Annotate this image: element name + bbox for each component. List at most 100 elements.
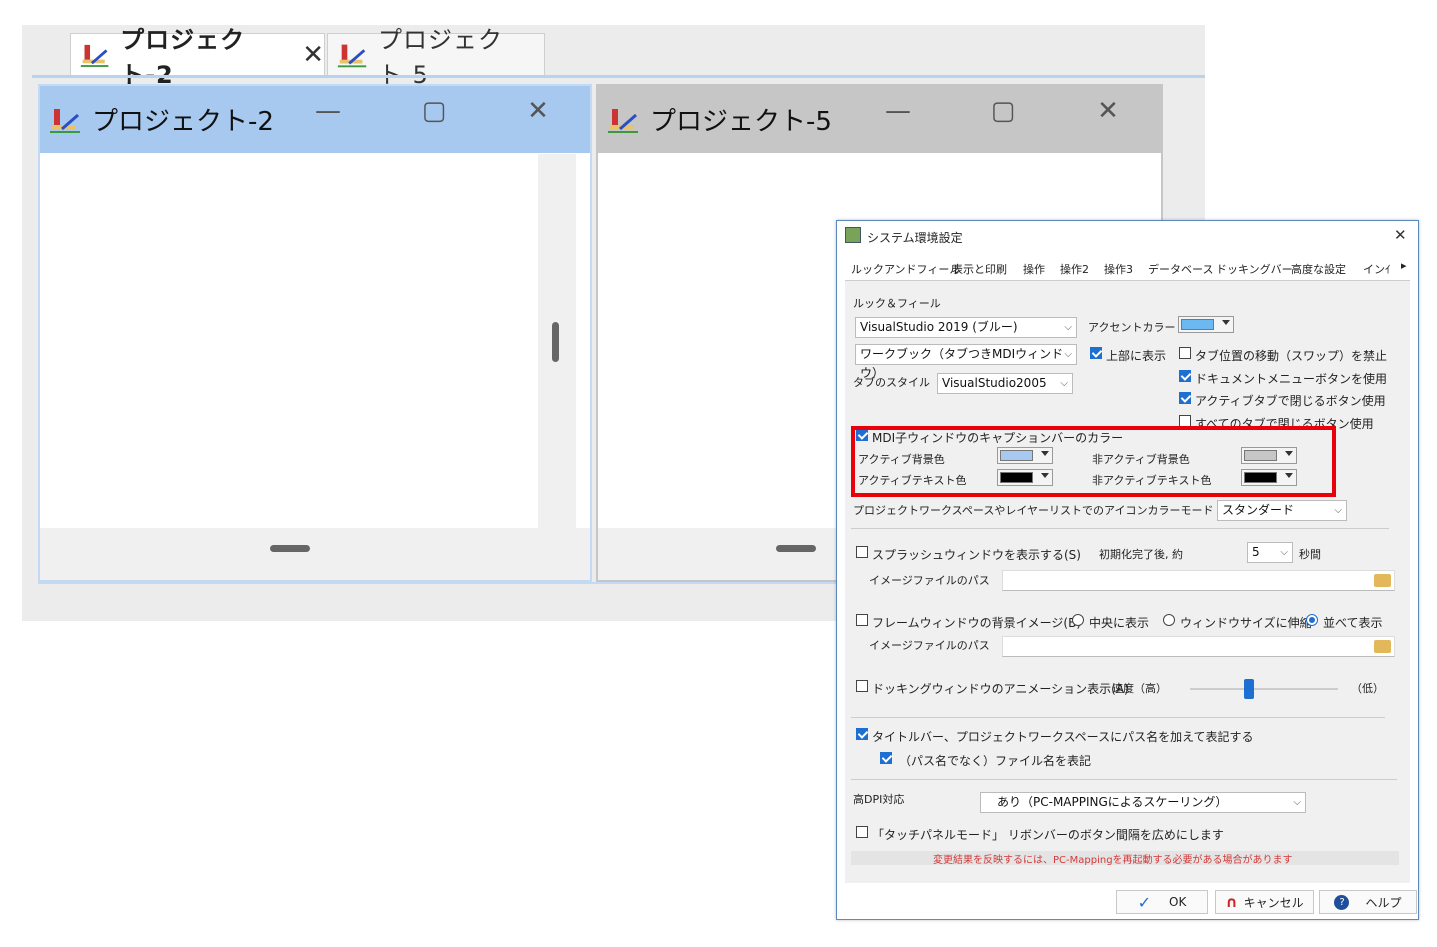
top-show-label: 上部に表示 xyxy=(1106,349,1167,363)
tab-operation[interactable]: 操作 xyxy=(1023,261,1045,277)
dpi-label: 高DPI対応 xyxy=(853,793,905,806)
ok-button[interactable]: ✓ OK xyxy=(1116,890,1208,914)
tab-display-print[interactable]: 表示と印刷 xyxy=(952,261,1007,277)
title-path-checkbox[interactable] xyxy=(856,728,868,740)
no-tab-move-checkbox[interactable] xyxy=(1179,347,1191,359)
splash-seconds-value: 5 xyxy=(1252,545,1260,559)
tab-style-select[interactable]: VisualStudio2005 ⌵ xyxy=(937,373,1073,394)
splash-checkbox[interactable] xyxy=(856,546,868,558)
look-group-label: ルック＆フィール xyxy=(853,297,941,310)
speed-low-label: （低） xyxy=(1351,682,1384,695)
project-icon xyxy=(50,108,80,133)
close-icon[interactable]: ✕ xyxy=(1088,96,1128,126)
icon-mode-select[interactable]: スタンダード ⌵ xyxy=(1217,500,1347,521)
minimize-icon[interactable]: — xyxy=(308,96,348,126)
dpi-select[interactable]: あり（PC-MAPPINGによるスケーリング） ⌵ xyxy=(980,792,1306,813)
frame-path-input[interactable] xyxy=(1002,636,1395,657)
stretch-radio[interactable] xyxy=(1163,614,1175,626)
touch-mode-label: 「タッチパネルモード」 リボンバーのボタン間隔を広めにします xyxy=(872,828,1224,842)
active-close-btn-checkbox[interactable] xyxy=(1179,392,1191,404)
frame-bg-label: フレームウィンドウの背景イメージ(B) xyxy=(872,616,1081,630)
vertical-scrollbar[interactable] xyxy=(538,154,576,528)
close-icon[interactable]: ✕ xyxy=(518,96,558,126)
scroll-thumb[interactable] xyxy=(270,545,310,552)
chevron-down-icon: ⌵ xyxy=(1334,505,1342,516)
horizontal-scrollbar[interactable] xyxy=(40,528,590,580)
center-radio[interactable] xyxy=(1072,614,1084,626)
tab-operation3[interactable]: 操作3 xyxy=(1104,261,1133,277)
check-icon: ✓ xyxy=(1137,892,1152,912)
tab-style-value: VisualStudio2005 xyxy=(942,376,1047,390)
top-show-checkbox[interactable] xyxy=(1090,347,1102,359)
tab-look-and-feel[interactable]: ルックアンドフィール xyxy=(851,261,961,283)
scroll-thumb[interactable] xyxy=(776,545,816,552)
accent-color-chip xyxy=(1181,319,1214,330)
tab-project-2[interactable]: プロジェクト-2 ✕ xyxy=(70,26,325,89)
tab-style-label: タブのスタイル xyxy=(853,376,930,389)
stretch-label: ウィンドウサイズに伸縮 xyxy=(1180,616,1312,630)
caption-bar[interactable]: プロジェクト-5 — ▢ ✕ xyxy=(598,86,1161,153)
mdi-window-project-2[interactable]: プロジェクト-2 — ▢ ✕ xyxy=(38,84,592,582)
cancel-icon: ∩ xyxy=(1225,893,1238,911)
scroll-thumb[interactable] xyxy=(552,322,559,362)
project-icon xyxy=(80,44,109,67)
frame-path-label: イメージファイルのパス xyxy=(869,639,990,652)
help-icon: ? xyxy=(1334,894,1350,910)
tile-radio[interactable] xyxy=(1306,614,1318,626)
tab-strip-line xyxy=(32,75,1205,78)
help-button[interactable]: ? ヘルプ xyxy=(1319,890,1417,914)
window-title: プロジェクト-5 xyxy=(650,107,832,137)
accent-color-label: アクセントカラー xyxy=(1088,321,1176,334)
project-icon xyxy=(337,44,367,67)
separator xyxy=(851,779,1397,780)
caption-bar[interactable]: プロジェクト-2 — ▢ ✕ xyxy=(40,86,590,153)
splash-seconds-select[interactable]: 5 ⌵ xyxy=(1247,542,1293,563)
speed-slider-track[interactable] xyxy=(1190,688,1338,690)
minimize-icon[interactable]: — xyxy=(878,96,918,126)
separator xyxy=(851,717,1385,718)
tab-label: プロジェクト-2 xyxy=(120,25,246,89)
touch-mode-checkbox[interactable] xyxy=(856,826,868,838)
tab-interface[interactable]: インｲ xyxy=(1363,261,1391,277)
maximize-icon[interactable]: ▢ xyxy=(414,96,454,126)
title-path-label: タイトルバー、プロジェクトワークスペースにパス名を加えて表記する xyxy=(872,730,1254,744)
chevron-down-icon: ⌵ xyxy=(1280,547,1288,558)
cancel-button[interactable]: ∩ キャンセル xyxy=(1215,890,1314,914)
splash-path-input[interactable] xyxy=(1002,570,1395,591)
folder-icon[interactable] xyxy=(1374,640,1391,653)
no-tab-move-label: タブ位置の移動（スワップ）を禁止 xyxy=(1195,349,1388,363)
separator xyxy=(851,528,1389,529)
tile-label: 並べて表示 xyxy=(1323,616,1383,630)
active-close-btn-label: アクティブタブで閉じるボタン使用 xyxy=(1195,394,1386,408)
project-icon xyxy=(608,108,638,133)
help-label: ヘルプ xyxy=(1365,895,1402,910)
workbook-select[interactable]: ワークブック（タブつきMDIウィンドウ） ⌵ xyxy=(855,344,1077,380)
doc-menu-btn-checkbox[interactable] xyxy=(1179,370,1191,382)
speed-slider-thumb[interactable] xyxy=(1244,679,1255,699)
tab-label: プロジェクト-5 xyxy=(377,25,503,89)
tab-operation2[interactable]: 操作2 xyxy=(1060,261,1089,277)
maximize-icon[interactable]: ▢ xyxy=(983,96,1023,126)
close-icon[interactable]: ✕ xyxy=(1394,226,1407,244)
frame-bg-checkbox[interactable] xyxy=(856,614,868,626)
tab-database[interactable]: データベース xyxy=(1148,261,1213,277)
theme-select[interactable]: VisualStudio 2019 (ブルー) ⌵ xyxy=(855,317,1077,338)
doc-menu-btn-label: ドキュメントメニューボタンを使用 xyxy=(1195,372,1388,386)
seconds-unit-label: 秒間 xyxy=(1299,548,1321,561)
icon-mode-value: スタンダード xyxy=(1222,503,1295,517)
settings-dialog[interactable]: システム環境設定 ✕ ルックアンドフィール 表示と印刷 操作 操作2 操作3 デ… xyxy=(836,220,1419,920)
tab-docking-bar[interactable]: ドッキングバー xyxy=(1216,261,1293,277)
splash-init-label: 初期化完了後, 約 xyxy=(1099,548,1183,561)
tab-close-icon[interactable]: ✕ xyxy=(302,40,324,70)
chevron-down-icon: ⌵ xyxy=(1064,349,1072,360)
restart-note: 変更結果を反映するには、PC-Mappingを再起動する必要がある場合があります xyxy=(933,855,1293,866)
accent-color-picker[interactable] xyxy=(1178,316,1234,333)
filename-only-checkbox[interactable] xyxy=(880,752,892,764)
folder-icon[interactable] xyxy=(1374,574,1391,587)
dock-anim-label: ドッキングウィンドウのアニメーション表示(A) xyxy=(872,682,1129,696)
tab-scroll-right-icon[interactable]: ▸ xyxy=(1401,259,1407,272)
theme-value: VisualStudio 2019 (ブルー) xyxy=(860,320,1018,334)
dock-anim-checkbox[interactable] xyxy=(856,680,868,692)
tab-project-5[interactable]: プロジェクト-5 xyxy=(327,26,545,89)
tab-advanced[interactable]: 高度な設定 xyxy=(1291,261,1346,277)
